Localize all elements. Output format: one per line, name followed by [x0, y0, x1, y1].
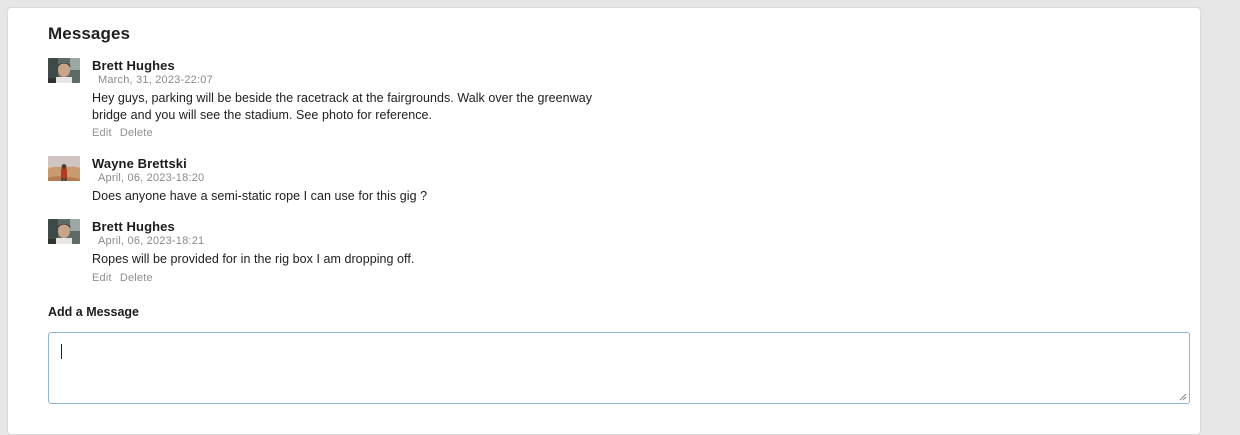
message-text: Does anyone have a semi-static rope I ca…	[92, 188, 632, 205]
message-text-line: Hey guys, parking will be beside the rac…	[92, 91, 593, 105]
avatar	[48, 219, 80, 244]
delete-message-button[interactable]: Delete	[120, 127, 153, 139]
message-timestamp: March, 31, 2023-22:07	[98, 74, 213, 86]
message-author: Brett Hughes	[92, 219, 175, 234]
delete-message-button[interactable]: Delete	[120, 272, 153, 284]
message-body: Brett Hughes March, 31, 2023-22:07 Hey g…	[92, 58, 912, 140]
panel-title: Messages	[48, 24, 131, 43]
edit-message-button[interactable]: Edit	[92, 127, 112, 139]
message-author: Brett Hughes	[92, 58, 175, 73]
avatar	[48, 58, 80, 83]
message-actions: Edit Delete	[92, 127, 912, 140]
add-message-label: Add a Message	[48, 305, 140, 319]
message-body: Brett Hughes April, 06, 2023-18:21 Ropes…	[92, 219, 912, 285]
message-timestamp: April, 06, 2023-18:20	[98, 172, 205, 184]
avatar	[48, 156, 80, 181]
message-input-container	[48, 332, 1190, 404]
message-text-line: Does anyone have a semi-static rope I ca…	[92, 189, 428, 203]
message-text-line: bridge and you will see the stadium. See…	[92, 107, 433, 122]
user-photo-icon	[48, 219, 80, 244]
message-timestamp: April, 06, 2023-18:21	[98, 235, 205, 247]
message-actions: Edit Delete	[92, 272, 912, 285]
edit-message-button[interactable]: Edit	[92, 272, 112, 284]
message-text-line: Ropes will be provided for in the rig bo…	[92, 252, 415, 266]
user-photo-icon	[48, 58, 80, 83]
user-photo-icon	[48, 156, 80, 181]
resize-handle-icon[interactable]	[1179, 393, 1187, 401]
message-text: Hey guys, parking will be beside the rac…	[92, 90, 632, 123]
message-body: Wayne Brettski April, 06, 2023-18:20 Doe…	[92, 156, 912, 205]
message-text: Ropes will be provided for in the rig bo…	[92, 251, 632, 268]
message-author: Wayne Brettski	[92, 156, 187, 171]
text-caret	[61, 344, 62, 359]
message-input[interactable]	[49, 333, 1189, 403]
messages-panel: Messages Brett Hughes March, 31, 2023-22…	[7, 7, 1201, 435]
